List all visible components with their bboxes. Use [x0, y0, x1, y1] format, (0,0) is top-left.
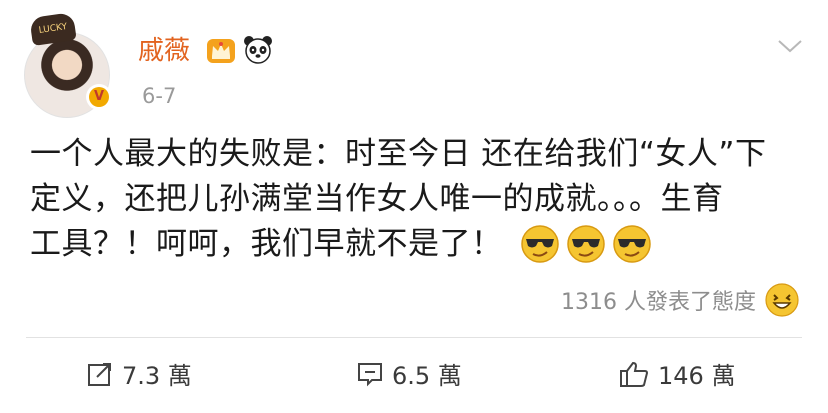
repost-button[interactable]: 7.3 萬	[86, 356, 192, 391]
post-text-line: 一个人最大的失败是：时至今日 还在给我们“女人”下	[30, 136, 767, 172]
divider	[26, 337, 802, 338]
crown-icon	[207, 39, 235, 63]
post-text-line: 工具？！呵呵，我们早就不是了！	[30, 226, 503, 262]
repost-count: 7.3 萬	[122, 362, 192, 390]
cool-sunglasses-emoji-icon	[613, 225, 651, 263]
reaction-summary[interactable]: 1316 人發表了態度	[561, 282, 800, 318]
like-button[interactable]: 146 萬	[618, 356, 735, 391]
cool-sunglasses-emoji-icon	[567, 225, 605, 263]
comment-button[interactable]: 6.5 萬	[356, 356, 462, 391]
post-text-line: 定义，还把儿孙满堂当作女人唯一的成就。。。生育	[30, 181, 724, 217]
panda-icon	[244, 36, 272, 64]
emoji-row	[520, 224, 652, 264]
user-name[interactable]: 戚薇	[138, 34, 190, 68]
comment-count: 6.5 萬	[392, 362, 462, 390]
action-bar: 7.3 萬 6.5 萬 146 萬	[0, 352, 828, 402]
reaction-summary-text: 1316 人發表了態度	[561, 290, 756, 315]
comment-icon	[358, 362, 382, 386]
chevron-down-icon[interactable]	[776, 36, 804, 56]
laughing-emoji-icon	[765, 283, 799, 317]
thumbs-up-icon	[620, 361, 649, 387]
post-text: 一个人最大的失败是：时至今日 还在给我们“女人”下 定义，还把儿孙满堂当作女人唯…	[30, 132, 800, 267]
verified-badge-icon: V	[89, 87, 109, 107]
cool-sunglasses-emoji-icon	[521, 225, 559, 263]
verified-badge: V	[86, 84, 112, 110]
avatar-badge-text: LUCKY	[29, 12, 77, 46]
post-date: 6-7	[142, 84, 177, 108]
repost-icon	[88, 362, 111, 386]
like-count: 146 萬	[658, 362, 736, 390]
